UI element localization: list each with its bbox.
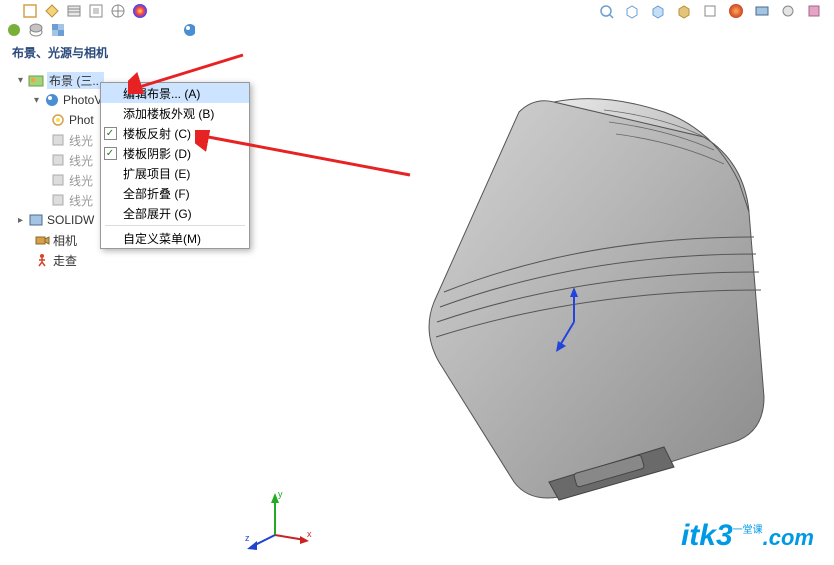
tree-photoview[interactable]: ▾ PhotoV [6,90,104,110]
axis-y-label: y [278,489,283,499]
menu-label: 楼板反射 (C) [123,125,191,142]
view-icon-7[interactable] [752,1,772,21]
tree-light2[interactable]: 线光 [6,150,104,170]
viewport-3d[interactable]: x y z [195,22,834,565]
axis-x-label: x [307,529,312,539]
menu-label: 楼板阴影 (D) [123,145,191,162]
view-icon-8[interactable] [778,1,798,21]
expand-icon[interactable]: ▸ [18,215,28,226]
toolbar-right [596,0,824,22]
menu-floor-shadow[interactable]: ✓ 楼板阴影 (D) [101,143,249,163]
tree-photo[interactable]: Phot [6,110,104,130]
menu-label: 自定义菜单(M) [123,230,201,247]
tree-light1[interactable]: 线光 [6,130,104,150]
collapse-icon[interactable]: ▾ [18,75,28,86]
watermark: itk3一堂课.com [681,519,814,553]
menu-expand-all[interactable]: 全部展开 (G) [101,203,249,223]
tree-label: Phot [69,113,94,127]
context-menu: 编辑布景... (A) 添加楼板外观 (B) ✓ 楼板反射 (C) ✓ 楼板阴影… [100,82,250,249]
menu-label: 全部展开 (G) [123,205,192,222]
checkbox-icon[interactable]: ✓ [101,143,119,163]
watermark-sub: 一堂课 [733,525,763,536]
toolbar-icon-3[interactable] [64,1,84,21]
view-icon-4[interactable] [674,1,694,21]
light-icon [50,172,66,188]
panel-icon-1[interactable] [6,22,24,40]
menu-label: 全部折叠 (F) [123,185,190,202]
tree-label: 线光 [69,192,93,209]
view-icon-1[interactable] [596,1,616,21]
toolbar-icon-5[interactable] [108,1,128,21]
tree-solidw[interactable]: ▸ SOLIDW [6,210,104,230]
menu-floor-reflect[interactable]: ✓ 楼板反射 (C) [101,123,249,143]
tree-light4[interactable]: 线光 [6,190,104,210]
second-toolbar [6,22,200,40]
watermark-com: .com [763,525,814,550]
menu-custom[interactable]: 自定义菜单(M) [101,228,249,248]
light-icon [50,132,66,148]
scene-icon [28,72,44,88]
view-icon-9[interactable] [804,1,824,21]
tree-label: 线光 [69,132,93,149]
panel-icon-2[interactable] [28,22,46,40]
light-icon [50,192,66,208]
tree-walk[interactable]: 走查 [6,250,104,270]
panel-title: 布景、光源与相机 [12,44,108,61]
menu-label: 编辑布景... (A) [123,85,200,102]
view-icon-5[interactable] [700,1,720,21]
menu-label: 扩展项目 (E) [123,165,190,182]
menu-edit-scene[interactable]: 编辑布景... (A) [101,83,249,103]
menu-collapse-all[interactable]: 全部折叠 (F) [101,183,249,203]
photoview-icon [44,92,60,108]
toolbar-icon-1[interactable] [20,1,40,21]
camera-icon [34,232,50,248]
view-icon-3[interactable] [648,1,668,21]
solidworks-icon [28,212,44,228]
watermark-brand: itk3 [681,519,733,552]
photo-icon [50,112,66,128]
collapse-icon[interactable]: ▾ [34,95,44,106]
tree-label: 相机 [53,232,77,249]
tree-label: 线光 [69,152,93,169]
toolbar-icon-4[interactable] [86,1,106,21]
panel-icon-3[interactable] [50,22,68,40]
tree-scene[interactable]: ▾ 布景 (三... [6,70,104,90]
toolbar-icon-6[interactable] [130,1,150,21]
tree-label: 布景 (三... [47,72,104,89]
menu-expand-item[interactable]: 扩展项目 (E) [101,163,249,183]
axis-triad: x y z [245,485,315,555]
model-3d [404,82,784,512]
menu-separator [105,225,245,226]
axis-z-label: z [245,533,250,543]
view-icon-2[interactable] [622,1,642,21]
checkbox-icon[interactable]: ✓ [101,123,119,143]
menu-label: 添加楼板外观 (B) [123,105,214,122]
scene-tree: ▾ 布景 (三... ▾ PhotoV Phot 线光 线光 线光 线光 ▸ S… [6,70,104,270]
toolbar-icon-2[interactable] [42,1,62,21]
tree-label: 走查 [53,252,77,269]
walk-icon [34,252,50,268]
tree-camera[interactable]: 相机 [6,230,104,250]
tree-label: SOLIDW [47,213,94,227]
tree-light3[interactable]: 线光 [6,170,104,190]
tree-label: 线光 [69,172,93,189]
menu-add-floor[interactable]: 添加楼板外观 (B) [101,103,249,123]
light-icon [50,152,66,168]
tree-label: PhotoV [63,93,102,107]
view-icon-6[interactable] [726,1,746,21]
